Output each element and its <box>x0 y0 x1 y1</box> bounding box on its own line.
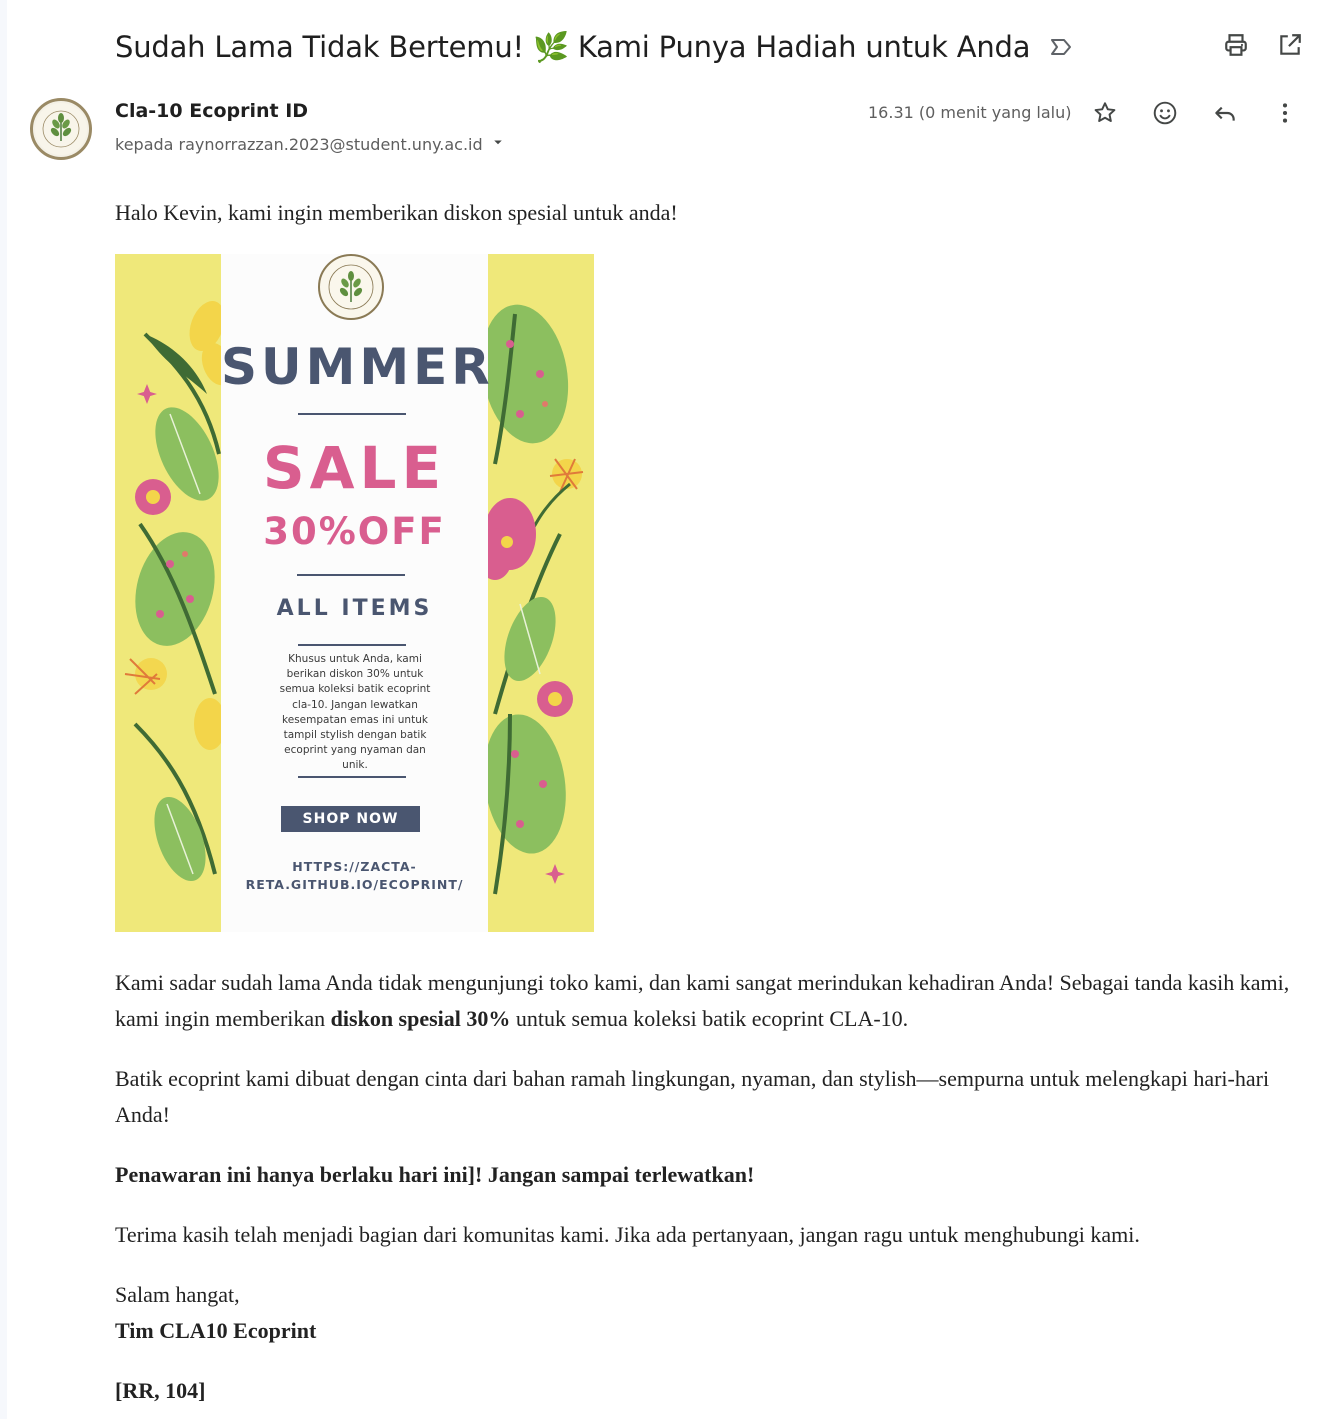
banner-divider <box>297 574 405 576</box>
banner-divider <box>298 644 406 646</box>
banner-sale: SALE <box>262 434 447 502</box>
label-important-icon[interactable] <box>1048 34 1074 60</box>
body-paragraph-4: Terima kasih telah menjadi bagian dari k… <box>115 1222 1140 1247</box>
sender-name[interactable]: Cla-10 Ecoprint ID <box>115 100 308 122</box>
body-paragraph-2: Batik ecoprint kami dibuat dengan cinta … <box>115 1066 1270 1127</box>
reply-icon[interactable] <box>1210 98 1240 128</box>
print-icon[interactable] <box>1221 30 1251 60</box>
star-icon[interactable] <box>1090 98 1120 128</box>
banner-all-items: ALL ITEMS <box>276 596 433 621</box>
top-actions <box>1221 30 1305 60</box>
banner-description: Khusus untuk Anda, kami berikan diskon 3… <box>279 653 431 772</box>
banner-url-line1: HTTPS://ZACTA- <box>292 859 417 874</box>
banner-center-panel: SUMMER SALE 30%OFF ALL ITEMS Khusus untu… <box>221 254 494 932</box>
p1-bold-discount: diskon spesial 30% <box>330 1006 511 1031</box>
banner-divider <box>298 413 406 415</box>
sender-avatar[interactable] <box>30 98 92 160</box>
more-vertical-icon[interactable] <box>1270 98 1300 128</box>
subject-row: Sudah Lama Tidak Bertemu! 🌿 Kami Punya H… <box>115 24 1074 70</box>
timestamp: 16.31 (0 menit yang lalu) <box>868 103 1072 122</box>
closing-text: Salam hangat, <box>115 1282 240 1307</box>
greeting-text: Halo Kevin, kami ingin memberikan diskon… <box>115 200 678 225</box>
recipient-row: kepada raynorrazzan.2023@student.uny.ac.… <box>115 133 507 155</box>
shop-now-button[interactable]: SHOP NOW <box>281 806 420 832</box>
banner-divider <box>298 776 406 778</box>
body-paragraph-3: Penawaran ini hanya berlaku hari ini]! J… <box>115 1162 755 1187</box>
open-in-new-window-icon[interactable] <box>1275 30 1305 60</box>
body-paragraph-1: Kami sadar sudah lama Anda tidak mengunj… <box>115 965 1295 1037</box>
left-strip <box>0 0 7 1419</box>
promo-banner-image[interactable]: SUMMER SALE 30%OFF ALL ITEMS Khusus untu… <box>115 254 594 932</box>
reference-text: [RR, 104] <box>115 1378 206 1403</box>
brand-logo <box>318 254 384 320</box>
message-actions <box>1090 98 1300 128</box>
emoji-reaction-icon[interactable] <box>1150 98 1180 128</box>
banner-url-line2: RETA.GITHUB.IO/ECOPRINT/ <box>245 877 464 892</box>
banner-summer: SUMMER <box>221 338 494 396</box>
p1-text-after: untuk semua koleksi batik ecoprint CLA-1… <box>510 1006 909 1031</box>
banner-discount: 30%OFF <box>263 510 446 553</box>
chevron-down-icon[interactable] <box>489 133 507 155</box>
email-subject: Sudah Lama Tidak Bertemu! 🌿 Kami Punya H… <box>115 29 1031 64</box>
banner-url[interactable]: HTTPS://ZACTA- RETA.GITHUB.IO/ECOPRINT/ <box>221 858 488 894</box>
signature-text: Tim CLA10 Ecoprint <box>115 1318 317 1343</box>
recipient-text: kepada raynorrazzan.2023@student.uny.ac.… <box>115 134 483 154</box>
